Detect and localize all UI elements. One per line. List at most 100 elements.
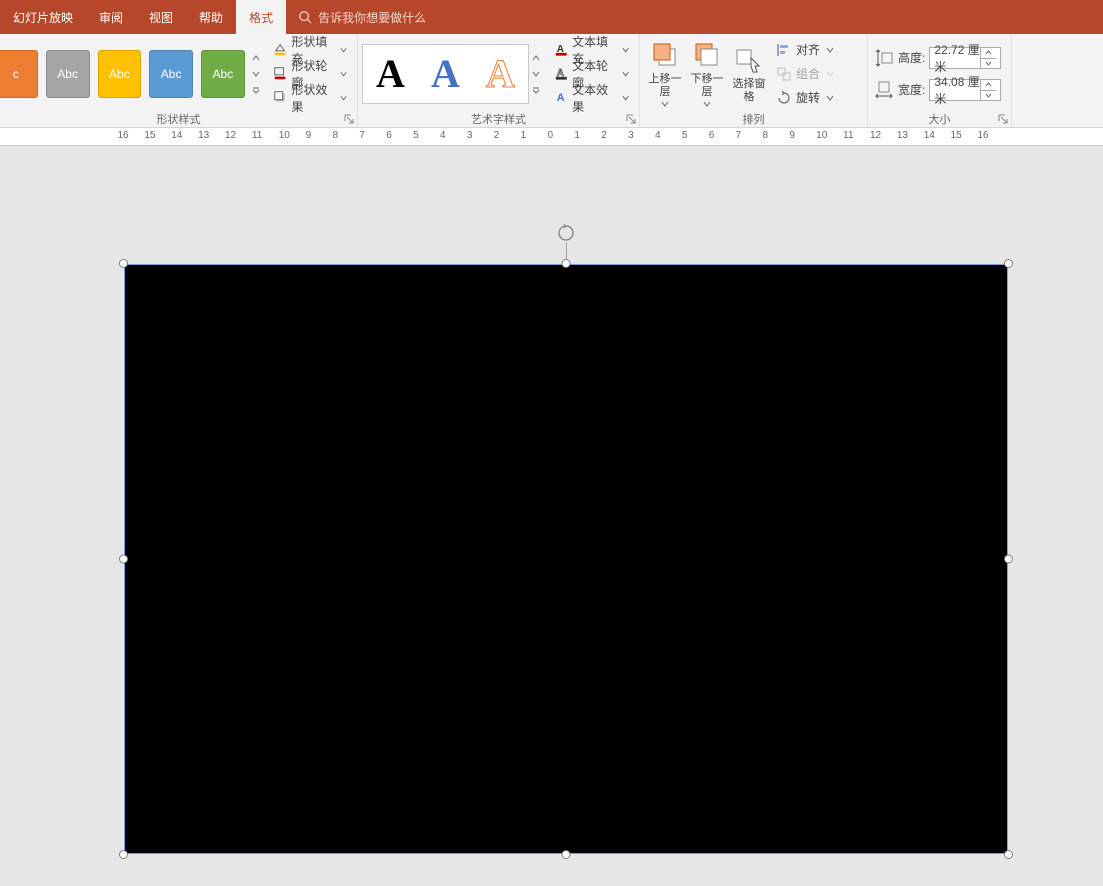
shape-fill-icon: [273, 42, 287, 58]
ruler-tick: 6: [386, 130, 392, 141]
group-arrange: 上移一层 下移一层 选择窗格 对齐 组合: [640, 34, 868, 127]
shape-effects-dropdown[interactable]: 形状效果: [269, 87, 351, 109]
wordart-scroll-up[interactable]: [529, 50, 544, 66]
group-size: 高度: 22.72 厘米 宽度: 34.08 厘米 大小: [868, 34, 1012, 127]
shape-style-swatch-1[interactable]: c: [0, 50, 38, 98]
chevron-down-icon: [622, 94, 629, 102]
ruler-tick: 12: [870, 130, 881, 141]
shape-style-swatch-5[interactable]: Abc: [201, 50, 245, 98]
height-input[interactable]: 22.72 厘米: [929, 47, 1001, 69]
shape-rectangle[interactable]: [124, 264, 1008, 854]
ruler-tick: 10: [279, 130, 290, 141]
width-label: 宽度:: [898, 81, 925, 98]
ruler-tick: 14: [171, 130, 182, 141]
tab-help[interactable]: 帮助: [186, 0, 236, 34]
resize-handle-t[interactable]: [562, 259, 571, 268]
width-spin-up[interactable]: [980, 79, 996, 90]
size-launcher[interactable]: [997, 113, 1009, 125]
wordart-preset-2[interactable]: A: [431, 50, 460, 97]
ruler-tick: 16: [118, 130, 129, 141]
chevron-down-icon: [622, 70, 629, 78]
tab-review[interactable]: 审阅: [86, 0, 136, 34]
rotate-dropdown[interactable]: 旋转: [772, 87, 838, 109]
shape-style-gallery-more[interactable]: [249, 82, 264, 98]
wordart-scroll-down[interactable]: [529, 66, 544, 82]
tab-view[interactable]: 视图: [136, 0, 186, 34]
ruler-tick: 2: [601, 130, 607, 141]
wordart-styles-launcher[interactable]: [625, 113, 637, 125]
chevron-down-icon: [340, 70, 347, 78]
resize-handle-tr[interactable]: [1004, 259, 1013, 268]
ruler-tick: 3: [467, 130, 473, 141]
shape-style-gallery-spinner: [249, 50, 264, 98]
text-effects-icon: A: [554, 90, 569, 106]
shape-style-scroll-up[interactable]: [249, 50, 264, 66]
tell-me-search[interactable]: 告诉我你想要做什么: [286, 0, 438, 34]
text-effects-dropdown[interactable]: A 文本效果: [550, 87, 633, 109]
ruler-tick: 6: [709, 130, 715, 141]
selection-pane-button[interactable]: 选择窗格: [728, 42, 770, 104]
resize-handle-bl[interactable]: [119, 850, 128, 859]
send-backward-icon: [691, 39, 723, 71]
height-spin-down[interactable]: [980, 58, 996, 69]
chevron-down-icon: [622, 46, 629, 54]
text-outline-icon: A: [554, 66, 569, 82]
text-fill-icon: A: [554, 42, 569, 58]
width-input[interactable]: 34.08 厘米: [929, 79, 1001, 101]
height-icon: [874, 48, 894, 68]
wordart-preset-3[interactable]: A: [486, 50, 515, 97]
svg-text:A: A: [556, 92, 564, 104]
search-icon: [298, 10, 312, 24]
chevron-down-icon: [661, 100, 669, 108]
resize-handle-tl[interactable]: [119, 259, 128, 268]
shape-styles-launcher[interactable]: [343, 113, 355, 125]
group-label-wordart: 艺术字样式: [471, 114, 526, 126]
rotate-handle-line: [566, 242, 567, 260]
ruler-tick: 7: [359, 130, 365, 141]
wordart-preset-1[interactable]: A: [376, 50, 405, 97]
ruler-tick: 11: [252, 130, 262, 141]
ruler-tick: 7: [736, 130, 742, 141]
ruler-tick: 1: [521, 130, 527, 141]
resize-handle-r[interactable]: [1004, 555, 1013, 564]
horizontal-ruler: 1615141312111098765432101234567891011121…: [0, 128, 1103, 146]
ruler-tick: 4: [655, 130, 661, 141]
shape-style-swatch-3[interactable]: Abc: [98, 50, 142, 98]
ruler-tick: 13: [897, 130, 908, 141]
resize-handle-br[interactable]: [1004, 850, 1013, 859]
ruler-tick: 1: [574, 130, 580, 141]
shape-style-swatch-4[interactable]: Abc: [149, 50, 193, 98]
tab-slideshow[interactable]: 幻灯片放映: [0, 0, 86, 34]
rotate-handle[interactable]: [557, 224, 575, 242]
align-dropdown[interactable]: 对齐: [772, 39, 838, 61]
ruler-tick: 2: [494, 130, 500, 141]
rotate-icon: [776, 90, 792, 106]
resize-handle-b[interactable]: [562, 850, 571, 859]
shape-style-swatch-2[interactable]: Abc: [46, 50, 90, 98]
resize-handle-l[interactable]: [119, 555, 128, 564]
ruler-tick: 10: [816, 130, 827, 141]
ruler-tick: 0: [548, 130, 554, 141]
height-spin-up[interactable]: [980, 47, 996, 58]
ruler-tick: 12: [225, 130, 236, 141]
group-label-size: 大小: [929, 114, 951, 126]
ruler-tick: 5: [413, 130, 419, 141]
bring-forward-button[interactable]: 上移一层: [644, 37, 686, 109]
send-backward-button[interactable]: 下移一层: [686, 37, 728, 109]
wordart-gallery[interactable]: A A A: [362, 44, 529, 104]
wordart-gallery-spinner: [529, 50, 544, 98]
height-label: 高度:: [898, 49, 925, 66]
chevron-down-icon: [826, 46, 834, 54]
ruler-tick: 8: [763, 130, 769, 141]
width-icon: [874, 80, 894, 100]
tab-format[interactable]: 格式: [236, 0, 286, 34]
align-icon: [776, 42, 792, 58]
selection-pane-icon: [733, 44, 765, 76]
chevron-down-icon: [703, 100, 711, 108]
selected-shape[interactable]: [124, 264, 1008, 854]
wordart-gallery-more[interactable]: [529, 82, 544, 98]
shape-style-scroll-down[interactable]: [249, 66, 264, 82]
slide-canvas-area[interactable]: [0, 146, 1103, 886]
width-spin-down[interactable]: [980, 90, 996, 101]
shape-effects-icon: [273, 90, 287, 106]
